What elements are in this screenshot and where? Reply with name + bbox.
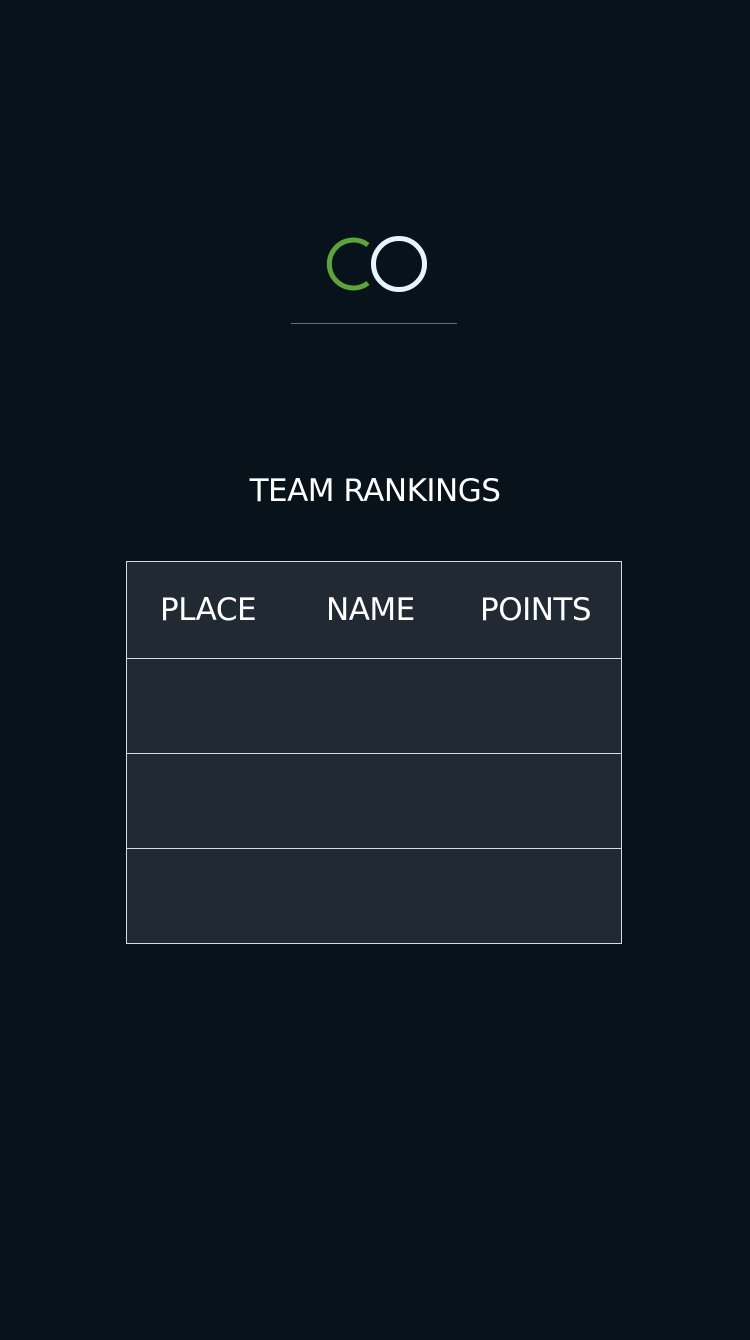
brand-logo-icon (326, 236, 427, 292)
logo-green-ring (326, 237, 370, 291)
table-row (127, 754, 621, 849)
logo-divider (291, 323, 457, 324)
logo-white-ring (371, 236, 427, 292)
column-header-name: NAME (326, 592, 415, 628)
page-title: TEAM RANKINGS (249, 473, 501, 509)
table-header-row: PLACE NAME POINTS (127, 562, 621, 659)
table-row (127, 849, 621, 942)
column-header-points: POINTS (480, 592, 592, 628)
brand-logo (319, 233, 431, 295)
rankings-table: PLACE NAME POINTS (126, 561, 622, 944)
table-row (127, 659, 621, 754)
column-header-place: PLACE (160, 592, 257, 628)
